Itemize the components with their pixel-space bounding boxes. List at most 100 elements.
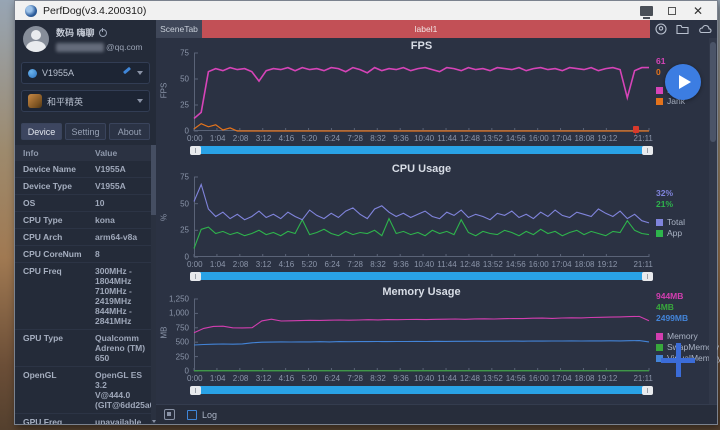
y-tick-label: 1,250 bbox=[169, 295, 189, 304]
slider-handle-right[interactable] bbox=[642, 272, 653, 281]
cloud-icon[interactable] bbox=[698, 24, 712, 34]
sidebar: 数码 嗨聊 @qq.com V1955A 和平精英 bbox=[15, 20, 156, 424]
info-label: OS bbox=[23, 198, 95, 208]
close-button[interactable]: ✕ bbox=[685, 2, 711, 19]
main-scrollbar[interactable] bbox=[709, 38, 717, 404]
slider-handle-right[interactable] bbox=[642, 386, 653, 395]
device-info-table: Info Value Device NameV1955ADevice TypeV… bbox=[15, 145, 156, 424]
android-device-icon bbox=[28, 69, 37, 78]
memory-range-slider[interactable] bbox=[192, 386, 651, 394]
x-tick-label: 9:36 bbox=[393, 134, 409, 143]
y-tick-label: 50 bbox=[180, 75, 189, 84]
fps-range-slider[interactable] bbox=[192, 146, 651, 154]
x-tick-label: 12:48 bbox=[460, 260, 480, 269]
header-value: Value bbox=[95, 148, 117, 158]
info-value: OpenGL ES 3.2 V@444.0 (GIT@6dd25a0 bbox=[95, 370, 156, 410]
series-total-line bbox=[194, 185, 649, 223]
x-tick-label: 3:12 bbox=[256, 134, 272, 143]
legend-swatch bbox=[656, 98, 663, 105]
start-test-button[interactable] bbox=[665, 64, 701, 100]
info-value: unavailable bbox=[95, 417, 147, 424]
x-tick-label: 5:20 bbox=[302, 134, 318, 143]
main-scrollbar-thumb[interactable] bbox=[710, 42, 716, 142]
email-suffix: @qq.com bbox=[106, 42, 143, 52]
x-tick-label: 5:20 bbox=[302, 260, 318, 269]
table-row: CPU CoreNum8 bbox=[15, 246, 156, 263]
cpu-chart: CPU Usage % 0255075 0:001:042:083:124:16… bbox=[156, 158, 709, 283]
window-content: 数码 嗨聊 @qq.com V1955A 和平精英 bbox=[15, 20, 717, 424]
x-tick-label: 13:52 bbox=[483, 134, 503, 143]
dock-panel-icon[interactable] bbox=[164, 409, 175, 420]
scene-label-bar[interactable]: label1 bbox=[202, 20, 650, 38]
x-tick-label: 3:12 bbox=[256, 260, 272, 269]
x-tick-label: 21:11 bbox=[633, 260, 652, 269]
log-toggle[interactable]: Log bbox=[187, 410, 217, 420]
tab-setting[interactable]: Setting bbox=[65, 123, 106, 140]
scroll-down-icon[interactable] bbox=[152, 420, 156, 423]
brush-icon[interactable] bbox=[122, 68, 132, 78]
chevron-down-icon bbox=[137, 99, 143, 103]
y-tick-label: 75 bbox=[180, 173, 189, 182]
y-tick-label: 1,000 bbox=[169, 309, 189, 318]
tab-about[interactable]: About bbox=[109, 123, 150, 140]
slider-handle-left[interactable] bbox=[190, 272, 201, 281]
perfdog-logo-icon bbox=[25, 5, 37, 17]
slider-handle-right[interactable] bbox=[642, 146, 653, 155]
x-tick-label: 4:16 bbox=[279, 374, 295, 383]
folder-icon[interactable] bbox=[676, 24, 689, 35]
x-tick-label: 8:32 bbox=[370, 134, 386, 143]
main-footer: Log bbox=[156, 404, 717, 424]
y-tick-label: 250 bbox=[176, 352, 189, 361]
table-row: CPU Freq300MHz - 1804MHz 710MHz - 2419MH… bbox=[15, 263, 156, 330]
y-tick-label: 750 bbox=[176, 323, 189, 332]
info-value: 8 bbox=[95, 249, 106, 259]
legend-swatch bbox=[656, 219, 663, 226]
avatar[interactable] bbox=[23, 26, 49, 52]
y-tick-label: 500 bbox=[176, 338, 189, 347]
y-axis-ticks: 0255075 bbox=[166, 53, 192, 131]
plot-area[interactable] bbox=[194, 177, 649, 257]
info-value: 300MHz - 1804MHz 710MHz - 2419MHz 844MHz… bbox=[95, 266, 138, 326]
x-tick-label: 21:11 bbox=[633, 374, 652, 383]
pin-circle-icon[interactable] bbox=[655, 23, 667, 35]
x-tick-label: 7:28 bbox=[347, 374, 363, 383]
user-text: 数码 嗨聊 @qq.com bbox=[56, 26, 143, 52]
device-select-value: V1955A bbox=[42, 68, 117, 78]
legend-label: Memory bbox=[667, 331, 698, 342]
x-tick-label: 10:40 bbox=[414, 374, 434, 383]
cpu-range-slider[interactable] bbox=[192, 272, 651, 280]
maximize-button[interactable] bbox=[659, 2, 685, 19]
app-select[interactable]: 和平精英 bbox=[21, 90, 150, 112]
series-app-line bbox=[194, 219, 649, 249]
x-tick-label: 6:24 bbox=[324, 260, 340, 269]
slider-handle-left[interactable] bbox=[190, 146, 201, 155]
user-profile: 数码 嗨聊 @qq.com bbox=[15, 20, 156, 56]
table-row: Device NameV1955A bbox=[15, 161, 156, 178]
info-value: arm64-v8a bbox=[95, 232, 143, 242]
info-value: kona bbox=[95, 215, 121, 225]
screen-cast-button[interactable] bbox=[633, 2, 659, 19]
user-name: 数码 嗨聊 bbox=[56, 26, 95, 39]
device-select[interactable]: V1955A bbox=[21, 62, 150, 84]
log-checkbox[interactable] bbox=[187, 410, 197, 420]
power-icon[interactable] bbox=[99, 29, 107, 37]
x-tick-label: 9:36 bbox=[393, 374, 409, 383]
user-name-row: 数码 嗨聊 bbox=[56, 26, 143, 39]
x-tick-label: 18:08 bbox=[574, 134, 594, 143]
add-chart-icon[interactable] bbox=[661, 343, 695, 377]
plot-area[interactable] bbox=[194, 299, 649, 371]
scene-tab[interactable]: SceneTab bbox=[156, 20, 202, 38]
plot-area[interactable] bbox=[194, 53, 649, 131]
x-tick-label: 17:04 bbox=[552, 260, 572, 269]
tab-device[interactable]: Device bbox=[21, 123, 62, 140]
x-tick-label: 8:32 bbox=[370, 374, 386, 383]
y-tick-label: 75 bbox=[180, 49, 189, 58]
x-tick-label: 11:44 bbox=[437, 260, 456, 269]
table-row: CPU Archarm64-v8a bbox=[15, 229, 156, 246]
x-tick-label: 10:40 bbox=[414, 134, 434, 143]
main-panel: SceneTab label1 FPS bbox=[156, 20, 717, 424]
x-axis-ticks: 0:001:042:083:124:165:206:247:288:329:36… bbox=[194, 374, 649, 384]
legend-swatch bbox=[656, 87, 663, 94]
info-label: Device Name bbox=[23, 164, 95, 174]
slider-handle-left[interactable] bbox=[190, 386, 201, 395]
